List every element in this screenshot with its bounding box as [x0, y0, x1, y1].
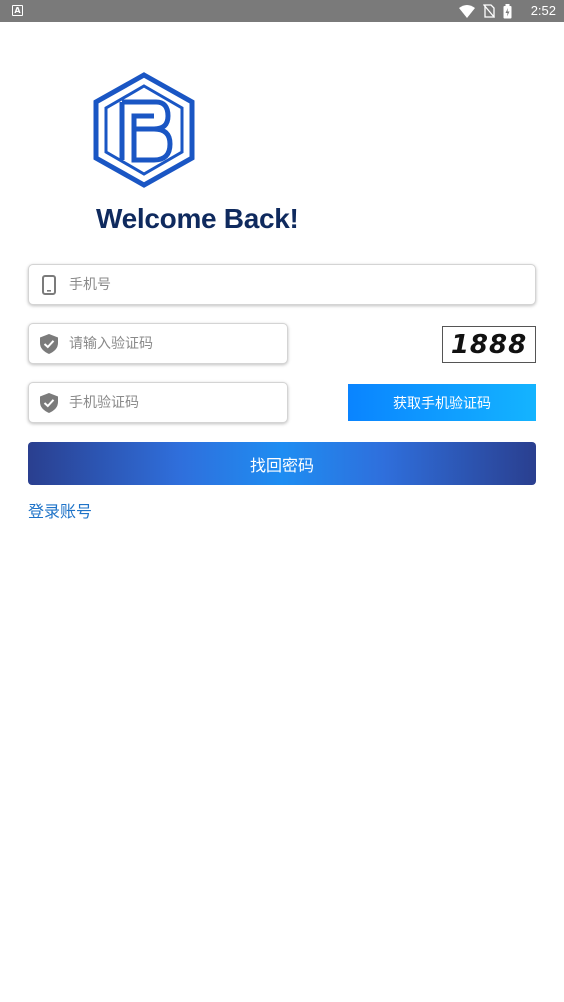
sms-code-input[interactable]	[69, 383, 287, 422]
shield-check-icon	[39, 392, 59, 414]
wifi-icon	[459, 4, 475, 18]
battery-charging-icon	[503, 3, 512, 18]
no-sim-icon	[483, 4, 495, 18]
hexagon-b-logo-icon	[93, 72, 195, 188]
captcha-image[interactable]: 1888	[442, 326, 536, 363]
clock: 2:52	[530, 3, 556, 18]
login-account-link[interactable]: 登录账号	[28, 498, 92, 522]
notification-icon: A	[12, 5, 23, 16]
sms-code-field[interactable]	[28, 382, 288, 423]
status-bar: A 2:52	[0, 0, 564, 22]
captcha-input[interactable]	[69, 324, 287, 363]
phone-input[interactable]	[69, 265, 535, 304]
get-sms-code-button[interactable]: 获取手机验证码	[348, 384, 536, 421]
recover-password-button[interactable]: 找回密码	[28, 442, 536, 485]
mobile-phone-icon	[39, 274, 59, 296]
captcha-field[interactable]	[28, 323, 288, 364]
phone-field[interactable]	[28, 264, 536, 305]
shield-check-icon	[39, 333, 59, 355]
status-icons	[459, 3, 512, 18]
welcome-title: Welcome Back!	[96, 203, 299, 234]
